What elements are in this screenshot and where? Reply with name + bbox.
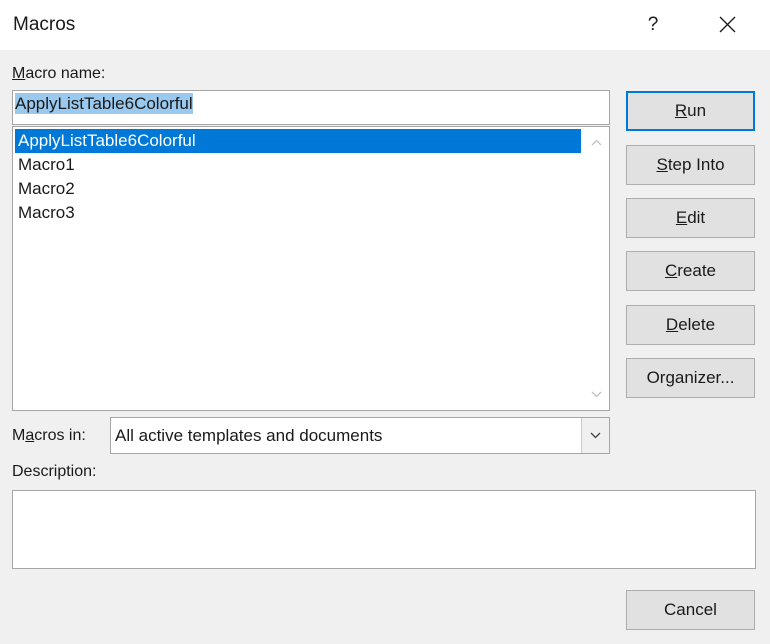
macro-listbox[interactable]: ApplyListTable6Colorful Macro1 Macro2 Ma… — [12, 126, 610, 411]
list-item[interactable]: Macro1 — [15, 153, 581, 177]
macro-name-value: ApplyListTable6Colorful — [15, 93, 193, 114]
macros-in-label-prefix: M — [12, 427, 26, 444]
macros-in-value: All active templates and documents — [115, 426, 383, 445]
edit-button[interactable]: Edit — [626, 198, 755, 238]
close-button[interactable] — [700, 6, 756, 44]
list-item[interactable]: ApplyListTable6Colorful — [15, 129, 581, 153]
delete-button-label: elete — [678, 315, 716, 334]
run-button-mnemonic: R — [674, 101, 688, 120]
list-scrollbar[interactable] — [583, 127, 609, 410]
dialog-title: Macros — [13, 14, 76, 35]
create-button[interactable]: Create — [626, 251, 755, 291]
step-into-button-mnemonic: S — [656, 155, 668, 174]
run-button[interactable]: Run — [626, 91, 755, 131]
step-into-button-label: tep Into — [667, 155, 725, 174]
scroll-up-button[interactable] — [583, 131, 609, 155]
macros-in-label-text: cros in: — [34, 427, 86, 444]
create-button-mnemonic: C — [664, 261, 678, 280]
chevron-down-icon — [591, 391, 602, 398]
macro-name-label-text: acro name: — [25, 65, 106, 82]
run-button-label: un — [687, 101, 707, 120]
macros-in-dropdown-button[interactable] — [581, 418, 609, 453]
scroll-down-button[interactable] — [583, 383, 609, 407]
chevron-up-icon — [591, 139, 602, 146]
macro-name-label: Macro name: — [12, 65, 105, 83]
step-into-button[interactable]: Step Into — [626, 145, 755, 185]
macro-name-input[interactable]: ApplyListTable6Colorful — [12, 90, 610, 125]
help-button[interactable]: ? — [628, 6, 678, 44]
macros-in-label-mnemonic: a — [25, 427, 35, 444]
chevron-down-icon — [590, 432, 601, 439]
title-bar: Macros ? — [0, 0, 770, 50]
delete-button[interactable]: Delete — [626, 305, 755, 345]
macro-name-label-mnemonic: M — [12, 65, 26, 82]
description-field — [12, 490, 756, 569]
macros-in-select[interactable]: All active templates and documents — [110, 417, 610, 454]
edit-button-label: dit — [687, 208, 706, 227]
delete-button-mnemonic: D — [665, 315, 679, 334]
macros-in-label: Macros in: — [12, 427, 86, 445]
create-button-label: reate — [677, 261, 717, 280]
list-item[interactable]: Macro3 — [15, 201, 581, 225]
macros-dialog: Macros ? Macro name: ApplyListTable6Colo… — [0, 0, 770, 644]
description-label: Description: — [12, 463, 97, 480]
list-item[interactable]: Macro2 — [15, 177, 581, 201]
organizer-button[interactable]: Organizer... — [626, 358, 755, 398]
cancel-button[interactable]: Cancel — [626, 590, 755, 630]
close-icon — [719, 16, 736, 33]
edit-button-mnemonic: E — [675, 208, 688, 227]
